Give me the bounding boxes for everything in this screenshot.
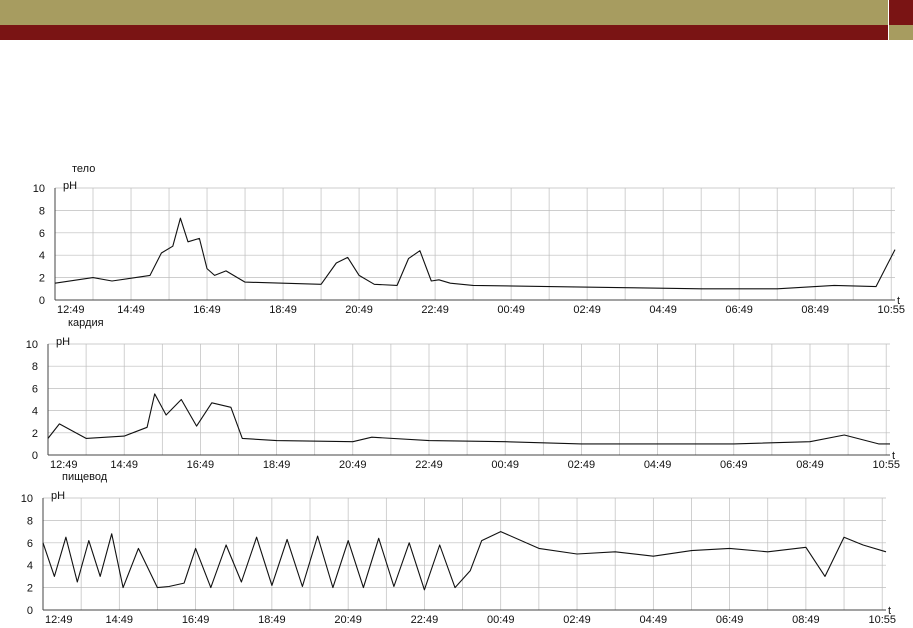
chart-panel-1: 0 2 4 6 8 10 тело pH 12:49 14:49 16:49 18:49 20:49 22… <box>33 163 905 316</box>
y-tick-label: 10 <box>26 339 38 351</box>
x-tick-label: 02:49 <box>563 614 591 626</box>
chart-title: кардия <box>68 317 104 329</box>
y-axis-label: pH <box>63 180 77 192</box>
x-tick-label: 04:49 <box>649 304 677 316</box>
x-axis-symbol: t <box>888 605 891 617</box>
x-tick-label: 06:49 <box>725 304 753 316</box>
y-axis-label: pH <box>51 490 65 502</box>
chart-title: тело <box>72 163 95 175</box>
x-tick-label: 22:49 <box>411 614 439 626</box>
ph-charts: 0246810телоpH12:49 14:49 16:49 18:49 20:49 22… <box>21 163 905 626</box>
x-tick-label: 10:55 <box>868 614 896 626</box>
x-tick-label: 14:49 <box>106 614 134 626</box>
x-tick-label: 20:49 <box>345 304 373 316</box>
x-axis-symbol: t <box>897 295 900 307</box>
y-tick-label: 0 <box>32 450 38 462</box>
x-tick-label: 08:49 <box>792 614 820 626</box>
y-tick-label: 4 <box>32 406 38 418</box>
y-tick-label: 0 <box>39 295 45 307</box>
y-tick-label: 8 <box>39 205 45 217</box>
x-tick-label: 08:49 <box>796 459 824 471</box>
x-tick-label: 06:49 <box>716 614 744 626</box>
x-tick-label: 06:49 <box>720 459 748 471</box>
y-tick-label: 4 <box>39 250 45 262</box>
x-tick-label: 22:49 <box>415 459 443 471</box>
x-tick-label: 04:49 <box>640 614 668 626</box>
y-tick-label: 8 <box>32 361 38 373</box>
x-tick-label: 00:49 <box>487 614 515 626</box>
y-tick-label: 10 <box>33 183 45 195</box>
y-tick-label: 10 <box>21 493 33 505</box>
x-tick-label: 12:49 <box>50 459 78 471</box>
chart-panel-3: 0 2 4 6 8 10 пищевод pH 12:49 14:49 16:49 18:49 20:4… <box>21 471 896 626</box>
y-axis-label: pH <box>56 336 70 348</box>
x-tick-label: 16:49 <box>182 614 210 626</box>
x-tick-label: 10:55 <box>872 459 900 471</box>
y-tick-label: 2 <box>27 583 33 595</box>
chart-title: пищевод <box>62 471 108 483</box>
series-line <box>47 393 890 445</box>
x-tick-label: 22:49 <box>421 304 449 316</box>
x-tick-label: 08:49 <box>801 304 829 316</box>
x-tick-label: 00:49 <box>497 304 525 316</box>
x-tick-label: 02:49 <box>568 459 596 471</box>
x-tick-label: 04:49 <box>644 459 672 471</box>
x-tick-label: 18:49 <box>269 304 297 316</box>
x-tick-label: 02:49 <box>573 304 601 316</box>
x-tick-label: 18:49 <box>263 459 291 471</box>
x-tick-label: 20:49 <box>339 459 367 471</box>
series-line <box>54 217 896 290</box>
x-axis-symbol: t <box>892 450 895 462</box>
x-tick-label: 14:49 <box>117 304 145 316</box>
x-tick-label: 12:49 <box>45 614 73 626</box>
series-line <box>42 531 887 591</box>
x-tick-label: 12:49 <box>57 304 85 316</box>
x-tick-label: 10:55 <box>877 304 905 316</box>
x-tick-label: 00:49 <box>491 459 519 471</box>
y-tick-label: 2 <box>39 273 45 285</box>
y-tick-label: 8 <box>27 515 33 527</box>
y-tick-label: 0 <box>27 605 33 617</box>
x-tick-label: 14:49 <box>110 459 138 471</box>
y-tick-label: 6 <box>27 538 33 550</box>
x-tick-label: 16:49 <box>193 304 221 316</box>
x-tick-label: 18:49 <box>258 614 286 626</box>
y-tick-label: 6 <box>32 383 38 395</box>
y-tick-label: 2 <box>32 428 38 440</box>
y-tick-label: 6 <box>39 228 45 240</box>
x-tick-label: 20:49 <box>334 614 362 626</box>
y-tick-label: 4 <box>27 560 33 572</box>
x-tick-label: 16:49 <box>187 459 215 471</box>
chart-panel-2: 0 2 4 6 8 10 кардия pH 12:49 14:49 16:49 18:49 20:49… <box>26 317 900 471</box>
